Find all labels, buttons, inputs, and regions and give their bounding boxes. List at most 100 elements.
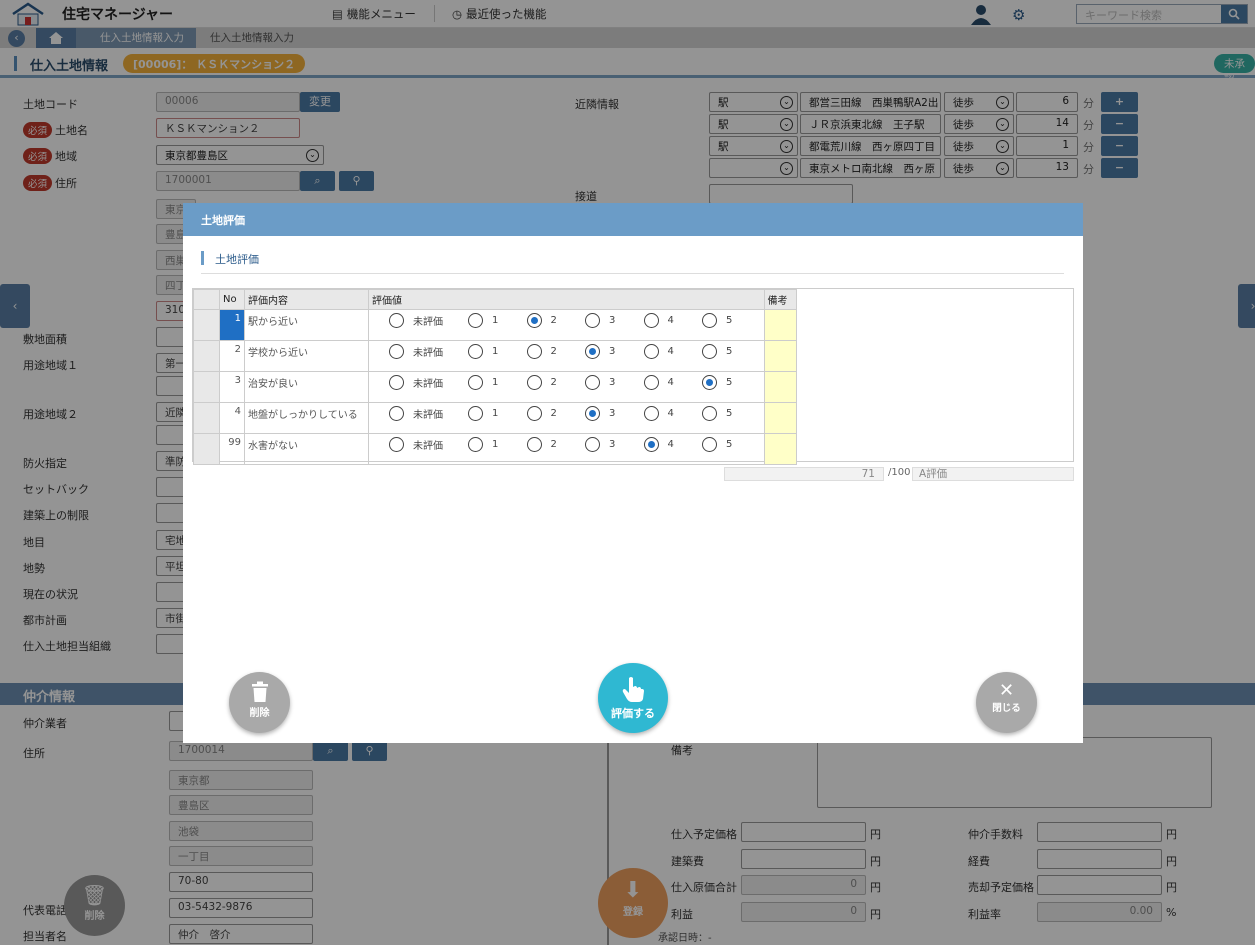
radio-button[interactable] <box>702 437 717 452</box>
radio-button[interactable] <box>468 375 483 390</box>
radio-button[interactable] <box>526 313 542 328</box>
memo-cell[interactable] <box>763 402 797 434</box>
radio-option[interactable]: 5 <box>702 406 761 421</box>
evaluation-item: 駅から近い <box>244 309 369 341</box>
radio-option[interactable]: 未評価 <box>389 437 468 452</box>
modal-delete-button[interactable]: 削除 <box>229 672 290 733</box>
evaluate-label: 評価する <box>611 707 655 720</box>
radio-option[interactable]: 5 <box>702 437 761 452</box>
memo-cell[interactable] <box>763 340 797 372</box>
radio-option-label: 2 <box>550 377 557 388</box>
radio-button[interactable] <box>585 375 600 390</box>
row-header[interactable] <box>193 340 220 372</box>
radio-option[interactable]: 5 <box>702 313 761 328</box>
table-row[interactable]: 2 学校から近い 未評価 1 2 3 4 5 <box>193 340 797 372</box>
modal-delete-label: 削除 <box>249 708 270 719</box>
row-header-corner <box>193 289 220 310</box>
radio-option-label: 未評価 <box>413 317 443 328</box>
col-memo: 備考 <box>763 289 797 310</box>
radio-button[interactable] <box>468 344 483 359</box>
evaluate-button[interactable]: 評価する <box>598 663 668 733</box>
radio-option[interactable]: 未評価 <box>389 313 468 328</box>
radio-option[interactable]: 4 <box>643 313 703 328</box>
table-row[interactable]: 4 地盤がしっかりしている 未評価 1 2 3 4 5 <box>193 402 797 434</box>
radio-button[interactable] <box>643 344 659 359</box>
radio-option[interactable]: 未評価 <box>389 375 468 390</box>
radio-button[interactable] <box>585 344 600 359</box>
radio-button[interactable] <box>526 406 542 421</box>
radio-option[interactable]: 5 <box>702 375 761 390</box>
radio-option-label: 5 <box>726 346 733 357</box>
radio-button[interactable] <box>702 344 717 359</box>
grade-result: A評価 <box>912 467 1074 481</box>
radio-option[interactable]: 1 <box>468 313 527 328</box>
radio-option[interactable]: 3 <box>585 344 644 359</box>
radio-button[interactable] <box>643 375 659 390</box>
radio-button[interactable] <box>585 406 600 421</box>
radio-option-label: 未評価 <box>413 348 443 359</box>
radio-option[interactable]: 1 <box>468 375 527 390</box>
radio-button[interactable] <box>389 406 404 421</box>
radio-option[interactable]: 未評価 <box>389 406 468 421</box>
memo-cell[interactable] <box>763 371 797 403</box>
modal-close-button[interactable]: ✕ 閉じる <box>976 672 1037 733</box>
row-header[interactable] <box>193 402 220 434</box>
radio-option-label: 未評価 <box>413 441 443 452</box>
radio-option[interactable]: 3 <box>585 406 644 421</box>
radio-button[interactable] <box>468 313 483 328</box>
radio-button[interactable] <box>702 375 717 390</box>
radio-button[interactable] <box>643 406 659 421</box>
evaluation-radio-group[interactable]: 未評価 1 2 3 4 5 <box>368 433 765 465</box>
radio-button[interactable] <box>526 375 542 390</box>
radio-option[interactable]: 2 <box>526 375 586 390</box>
evaluation-radio-group[interactable]: 未評価 1 2 3 4 5 <box>368 402 765 434</box>
radio-button[interactable] <box>702 313 717 328</box>
evaluation-item: 学校から近い <box>244 340 369 372</box>
radio-option[interactable]: 2 <box>526 313 586 328</box>
radio-button[interactable] <box>468 437 483 452</box>
radio-button[interactable] <box>585 313 600 328</box>
row-header[interactable] <box>193 309 220 341</box>
radio-button[interactable] <box>389 344 404 359</box>
radio-button[interactable] <box>389 437 404 452</box>
radio-option[interactable]: 2 <box>526 344 586 359</box>
radio-button[interactable] <box>643 313 659 328</box>
radio-button[interactable] <box>702 406 717 421</box>
radio-option[interactable]: 4 <box>643 344 703 359</box>
radio-button[interactable] <box>585 437 600 452</box>
radio-button[interactable] <box>643 437 659 452</box>
memo-cell[interactable] <box>763 309 797 341</box>
radio-option[interactable]: 3 <box>585 313 644 328</box>
evaluation-radio-group[interactable]: 未評価 1 2 3 4 5 <box>368 309 765 341</box>
radio-option-label: 2 <box>550 315 557 326</box>
evaluation-radio-group[interactable]: 未評価 1 2 3 4 5 <box>368 340 765 372</box>
radio-button[interactable] <box>389 313 404 328</box>
evaluation-radio-group[interactable]: 未評価 1 2 3 4 5 <box>368 371 765 403</box>
row-header[interactable] <box>193 371 220 403</box>
radio-option-label: 4 <box>667 377 674 388</box>
row-header[interactable] <box>193 433 220 465</box>
table-row[interactable]: 99 水害がない 未評価 1 2 3 4 5 <box>193 433 797 465</box>
close-icon: ✕ <box>998 680 1015 701</box>
modal-close-label: 閉じる <box>992 703 1021 714</box>
radio-option[interactable]: 3 <box>585 375 644 390</box>
radio-option[interactable]: 1 <box>468 437 527 452</box>
radio-button[interactable] <box>526 437 542 452</box>
radio-option[interactable]: 5 <box>702 344 761 359</box>
memo-cell[interactable] <box>763 433 797 465</box>
radio-button[interactable] <box>468 406 483 421</box>
evaluation-table: No 評価内容 評価値 備考 1 駅から近い 未評価 1 2 3 4 5 2 学校から近い… <box>193 289 797 465</box>
radio-button[interactable] <box>389 375 404 390</box>
radio-option[interactable]: 2 <box>526 406 586 421</box>
radio-option[interactable]: 1 <box>468 344 527 359</box>
radio-option[interactable]: 4 <box>643 375 703 390</box>
radio-option[interactable]: 4 <box>643 406 703 421</box>
radio-option[interactable]: 3 <box>585 437 644 452</box>
radio-option[interactable]: 未評価 <box>389 344 468 359</box>
radio-option[interactable]: 4 <box>643 437 703 452</box>
radio-button[interactable] <box>526 344 542 359</box>
table-row[interactable]: 1 駅から近い 未評価 1 2 3 4 5 <box>193 309 797 341</box>
radio-option[interactable]: 1 <box>468 406 527 421</box>
radio-option[interactable]: 2 <box>526 437 586 452</box>
table-row[interactable]: 3 治安が良い 未評価 1 2 3 4 5 <box>193 371 797 403</box>
